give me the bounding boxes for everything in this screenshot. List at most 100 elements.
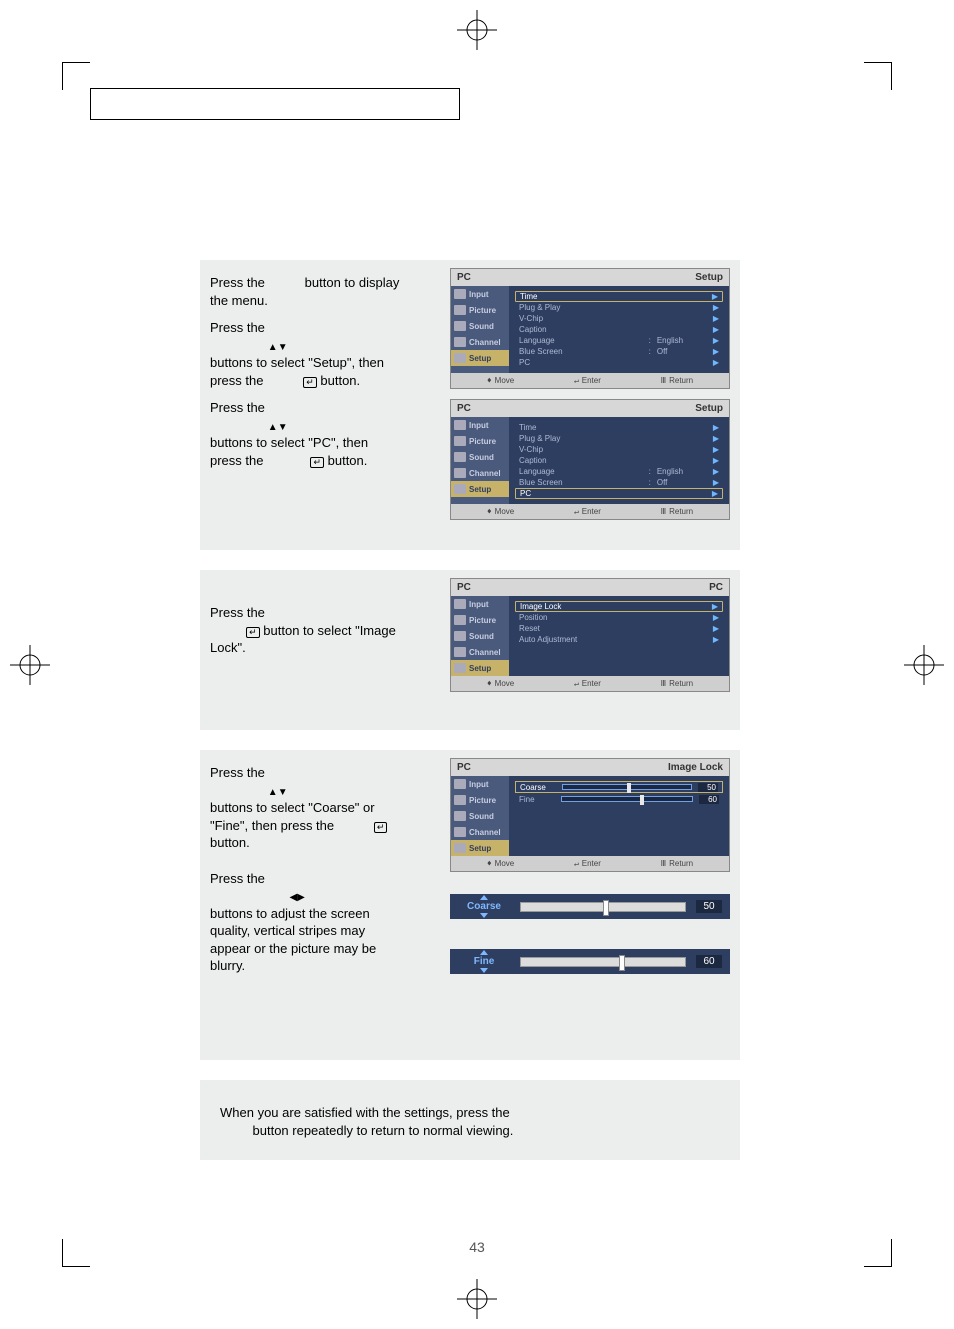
osd-row-language[interactable]: Language:English▶: [515, 335, 723, 346]
osd-row-reset[interactable]: Reset▶: [515, 623, 723, 634]
text: Press the: [210, 765, 265, 780]
setup-icon: [454, 353, 466, 363]
osd-tab-input[interactable]: Input: [451, 417, 509, 433]
footer-enter: ↵Enter: [574, 859, 601, 868]
enter-icon: ↵: [574, 376, 579, 385]
tab-label: Picture: [469, 437, 496, 446]
chevron-right-icon: ▶: [713, 303, 719, 312]
osd-tab-input[interactable]: Input: [451, 596, 509, 612]
osd-row-position[interactable]: Position▶: [515, 612, 723, 623]
osd-tab-sound[interactable]: Sound: [451, 808, 509, 824]
slider-label: Coarse: [520, 783, 556, 792]
slider-name: Coarse: [458, 901, 510, 912]
footer-label: Return: [669, 679, 693, 688]
osd-row-plug[interactable]: Plug & Play▶: [515, 433, 723, 444]
osd-tab-channel[interactable]: Channel: [451, 334, 509, 350]
osd-tab-sound[interactable]: Sound: [451, 449, 509, 465]
osd-tab-picture[interactable]: Picture: [451, 612, 509, 628]
osd-row-time[interactable]: Time▶: [515, 291, 723, 302]
osd-tab-setup[interactable]: Setup: [451, 840, 509, 856]
osd-tab-setup[interactable]: Setup: [451, 481, 509, 497]
slider-track[interactable]: [520, 902, 686, 912]
osd-row-caption[interactable]: Caption▶: [515, 324, 723, 335]
tab-label: Setup: [469, 485, 491, 494]
footer-label: Enter: [582, 859, 601, 868]
osd-tab-picture[interactable]: Picture: [451, 792, 509, 808]
sound-icon: [454, 452, 466, 462]
row-label: V-Chip: [519, 314, 707, 323]
slider-value: 50: [698, 783, 718, 792]
footer-label: Move: [495, 507, 515, 516]
tab-label: Input: [469, 421, 489, 430]
slider-track[interactable]: [561, 796, 693, 802]
step-2-text: Press the ↵ button to select "Image Lock…: [200, 570, 410, 702]
row-label: Plug & Play: [519, 434, 707, 443]
section-title-box: [90, 88, 460, 120]
osd-row-vchip[interactable]: V-Chip▶: [515, 313, 723, 324]
osd-row-bluescreen[interactable]: Blue Screen:Off▶: [515, 346, 723, 357]
osd-row-pc[interactable]: PC▶: [515, 488, 723, 499]
osd-tab-picture[interactable]: Picture: [451, 433, 509, 449]
footer-return: ⅢReturn: [661, 507, 694, 516]
osd-title: Setup: [695, 403, 723, 414]
slider-name: Fine: [458, 956, 510, 967]
step-1-text: Press the button to display the menu. Pr…: [200, 260, 410, 530]
osd-slider-coarse[interactable]: Coarse 50: [515, 781, 723, 793]
input-icon: [454, 289, 466, 299]
input-icon: [454, 779, 466, 789]
osd-tab-sound[interactable]: Sound: [451, 318, 509, 334]
chevron-right-icon: ▶: [713, 467, 719, 476]
osd-tab-channel[interactable]: Channel: [451, 824, 509, 840]
osd-row-plug[interactable]: Plug & Play▶: [515, 302, 723, 313]
chevron-right-icon: ▶: [713, 624, 719, 633]
return-icon: Ⅲ: [661, 859, 667, 868]
osd-row-pc[interactable]: PC▶: [515, 357, 723, 368]
osd-title: Image Lock: [668, 762, 723, 773]
osd-tab-sound[interactable]: Sound: [451, 628, 509, 644]
osd-tab-input[interactable]: Input: [451, 776, 509, 792]
osd-tab-channel[interactable]: Channel: [451, 465, 509, 481]
slider-value: 60: [699, 795, 719, 804]
row-label: PC: [519, 358, 707, 367]
osd-row-vchip[interactable]: V-Chip▶: [515, 444, 723, 455]
colon: :: [649, 467, 651, 476]
osd-image-lock: PC Image Lock Input Picture Sound Channe…: [450, 758, 730, 872]
osd-tab-channel[interactable]: Channel: [451, 644, 509, 660]
osd-row-caption[interactable]: Caption▶: [515, 455, 723, 466]
slider-track[interactable]: [520, 957, 686, 967]
slider-track[interactable]: [562, 784, 692, 790]
colon: :: [649, 478, 651, 487]
text: button.: [210, 835, 250, 850]
osd-row-language[interactable]: Language:English▶: [515, 466, 723, 477]
left-right-arrows-icon: ◀▶: [289, 892, 304, 903]
slider-knob[interactable]: [603, 900, 609, 916]
tab-label: Sound: [469, 453, 494, 462]
row-value: Off: [657, 347, 707, 356]
footer-label: Move: [495, 679, 515, 688]
osd-row-time[interactable]: Time▶: [515, 422, 723, 433]
osd-row-autoadj[interactable]: Auto Adjustment▶: [515, 634, 723, 645]
slider-knob[interactable]: [627, 783, 631, 793]
channel-icon: [454, 647, 466, 657]
text: Press the: [210, 275, 265, 290]
osd-tab-input[interactable]: Input: [451, 286, 509, 302]
tab-label: Picture: [469, 306, 496, 315]
tab-label: Channel: [469, 648, 501, 657]
tab-label: Input: [469, 290, 489, 299]
osd-breadcrumb: PC: [457, 272, 471, 283]
up-down-arrows-icon: ▲▼: [268, 342, 288, 353]
footer-label: Enter: [582, 507, 601, 516]
slider-label: Fine: [519, 795, 555, 804]
enter-icon: ↵: [310, 457, 324, 468]
osd-tab-setup[interactable]: Setup: [451, 660, 509, 676]
osd-tab-setup[interactable]: Setup: [451, 350, 509, 366]
chevron-right-icon: ▶: [712, 292, 718, 301]
osd-row-bluescreen[interactable]: Blue Screen:Off▶: [515, 477, 723, 488]
page-number: 43: [469, 1239, 485, 1255]
chevron-right-icon: ▶: [713, 445, 719, 454]
slider-knob[interactable]: [640, 795, 644, 805]
osd-slider-fine[interactable]: Fine 60: [515, 793, 723, 805]
osd-row-imagelock[interactable]: Image Lock▶: [515, 601, 723, 612]
slider-knob[interactable]: [619, 955, 625, 971]
osd-tab-picture[interactable]: Picture: [451, 302, 509, 318]
